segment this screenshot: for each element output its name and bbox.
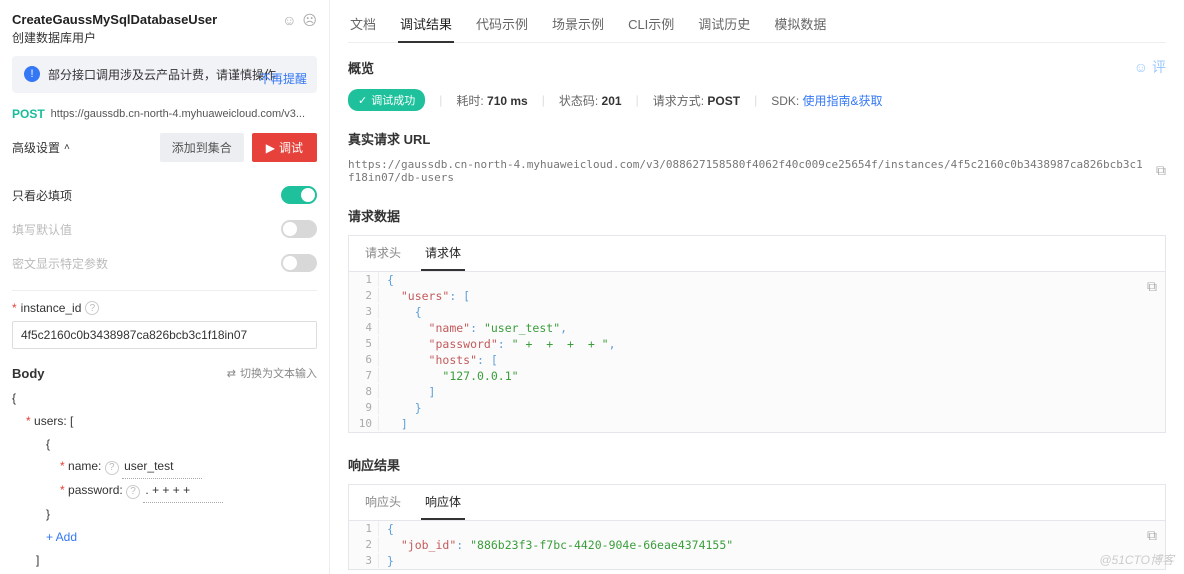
success-pill: ✓ 调试成功 (348, 89, 425, 111)
main-tab[interactable]: 调试历史 (696, 10, 752, 42)
help-icon[interactable]: ? (126, 485, 140, 499)
main-tab[interactable]: CLI示例 (626, 10, 676, 42)
code-line: 10 ] (349, 416, 1165, 432)
title-row: CreateGaussMySqlDatabaseUser 创建数据库用户 ☺ ☹ (12, 12, 317, 46)
code-line: 2 "users": [ (349, 288, 1165, 304)
mini-tab[interactable]: 请求体 (421, 236, 465, 271)
divider (12, 290, 317, 291)
option-label: 只看必填项 (12, 187, 72, 204)
body-tree: { * users: [ { * name: ? user_test * pas… (12, 387, 317, 571)
code-line: 5 "password": " + + + + ", (349, 336, 1165, 352)
code-line: 1{ (349, 272, 1165, 288)
request-url: https://gaussdb.cn-north-4.myhuaweicloud… (51, 108, 317, 120)
copy-icon[interactable]: ⧉ (1147, 278, 1157, 295)
left-panel: CreateGaussMySqlDatabaseUser 创建数据库用户 ☺ ☹… (0, 0, 330, 574)
help-icon[interactable]: ? (85, 301, 99, 315)
advanced-settings-toggle[interactable]: 高级设置 ˄ (12, 139, 70, 156)
swap-icon: ⇄ (227, 367, 236, 380)
overview-title: 概览 (348, 58, 374, 77)
body-title: Body (12, 366, 45, 381)
option-label: 填写默认值 (12, 221, 72, 238)
toggle[interactable] (281, 254, 317, 272)
toggle[interactable] (281, 186, 317, 204)
smile-icon: ☺ (1134, 59, 1148, 75)
overview-header: 概览 ☺ 评 (348, 57, 1166, 77)
real-url-value: https://gaussdb.cn-north-4.myhuaweicloud… (348, 158, 1148, 184)
request-body-code: ⧉ 1{2 "users": [3 {4 "name": "user_test"… (348, 271, 1166, 433)
help-icon[interactable]: ? (105, 461, 119, 475)
check-icon: ✓ (358, 94, 367, 107)
code-line: 6 "hosts": [ (349, 352, 1165, 368)
field-label-row: * instance_id ? (12, 301, 317, 315)
main-tab[interactable]: 模拟数据 (772, 10, 828, 42)
request-tabs: 请求头请求体 (348, 235, 1166, 271)
option-row: 密文显示特定参数 (12, 246, 317, 280)
smile-icon[interactable]: ☺ (282, 12, 296, 29)
code-line: 2 "job_id": "886b23f3-f7bc-4420-904e-66e… (349, 537, 1165, 553)
response-tabs: 响应头响应体 (348, 484, 1166, 520)
real-url-row: https://gaussdb.cn-north-4.myhuaweicloud… (348, 158, 1166, 184)
main-tabs: 文档调试结果代码示例场景示例 CLI示例调试历史模拟数据 (348, 10, 1166, 43)
code-line: 8 ] (349, 384, 1165, 400)
debug-button-label: 调试 (279, 139, 303, 156)
status-row: ✓ 调试成功 | 耗时: 710 ms | 状态码: 201 | 请求方式: P… (348, 89, 1166, 111)
real-url-title: 真实请求 URL (348, 129, 1166, 148)
right-panel: 文档调试结果代码示例场景示例 CLI示例调试历史模拟数据 概览 ☺ 评 ✓ 调试成… (330, 0, 1184, 574)
option-row: 只看必填项 (12, 178, 317, 212)
request-url-row: POST https://gaussdb.cn-north-4.myhuawei… (12, 107, 317, 121)
main-tab[interactable]: 场景示例 (550, 10, 606, 42)
add-to-collection-button[interactable]: 添加到集合 (160, 133, 244, 162)
warning-dismiss[interactable]: 不再提醒 (259, 70, 307, 87)
options-list: 只看必填项填写默认值密文显示特定参数 (12, 178, 317, 280)
add-item-link[interactable]: + Add (12, 526, 317, 549)
mini-tab[interactable]: 请求头 (361, 236, 405, 271)
watermark: @51CTO博客 (1099, 551, 1174, 568)
main-tab[interactable]: 文档 (348, 10, 378, 42)
sdk-guide-link[interactable]: 使用指南&获取 (803, 94, 883, 108)
frown-icon[interactable]: ☹ (302, 12, 317, 29)
main-tab[interactable]: 代码示例 (474, 10, 530, 42)
comment-button[interactable]: ☺ 评 (1134, 57, 1166, 77)
password-value[interactable]: . + + + + (143, 479, 223, 503)
api-subtitle: 创建数据库用户 (12, 29, 217, 46)
field-label: instance_id (21, 301, 82, 315)
switch-to-text-link[interactable]: ⇄ 切换为文本输入 (227, 365, 317, 381)
feedback-icons: ☺ ☹ (282, 12, 317, 29)
api-title: CreateGaussMySqlDatabaseUser (12, 12, 217, 27)
option-row: 填写默认值 (12, 212, 317, 246)
toggle[interactable] (281, 220, 317, 238)
response-body-code: ⧉ 1{2 "job_id": "886b23f3-f7bc-4420-904e… (348, 520, 1166, 570)
required-star-icon: * (12, 301, 17, 315)
option-label: 密文显示特定参数 (12, 255, 108, 272)
mini-tab[interactable]: 响应头 (361, 485, 405, 520)
request-data-title: 请求数据 (348, 206, 1166, 225)
body-header: Body ⇄ 切换为文本输入 (12, 365, 317, 381)
copy-icon[interactable]: ⧉ (1156, 163, 1166, 179)
advanced-settings-label: 高级设置 (12, 139, 60, 156)
instance-id-input[interactable] (12, 321, 317, 349)
copy-icon[interactable]: ⧉ (1147, 527, 1157, 544)
warning-text: 部分接口调用涉及云产品计费，请谨慎操作 (48, 66, 276, 83)
main-tab[interactable]: 调试结果 (398, 10, 454, 43)
chevron-up-icon: ˄ (64, 142, 70, 153)
code-lines-req: 1{2 "users": [3 {4 "name": "user_test",5… (349, 272, 1165, 432)
debug-button[interactable]: ▶ 调试 (252, 133, 317, 162)
warning-box: ! 部分接口调用涉及云产品计费，请谨慎操作 不再提醒 (12, 56, 317, 93)
code-line: 4 "name": "user_test", (349, 320, 1165, 336)
method-tag: POST (12, 107, 45, 121)
action-row: 高级设置 ˄ 添加到集合 ▶ 调试 (12, 133, 317, 162)
name-value[interactable]: user_test (122, 455, 202, 479)
code-line: 1{ (349, 521, 1165, 537)
mini-tab[interactable]: 响应体 (421, 485, 465, 520)
response-title: 响应结果 (348, 455, 1166, 474)
code-line: 9 } (349, 400, 1165, 416)
code-line: 3} (349, 553, 1165, 569)
info-icon: ! (24, 66, 40, 82)
code-line: 7 "127.0.0.1" (349, 368, 1165, 384)
code-lines-resp: 1{2 "job_id": "886b23f3-f7bc-4420-904e-6… (349, 521, 1165, 569)
play-icon: ▶ (266, 141, 275, 155)
code-line: 3 { (349, 304, 1165, 320)
